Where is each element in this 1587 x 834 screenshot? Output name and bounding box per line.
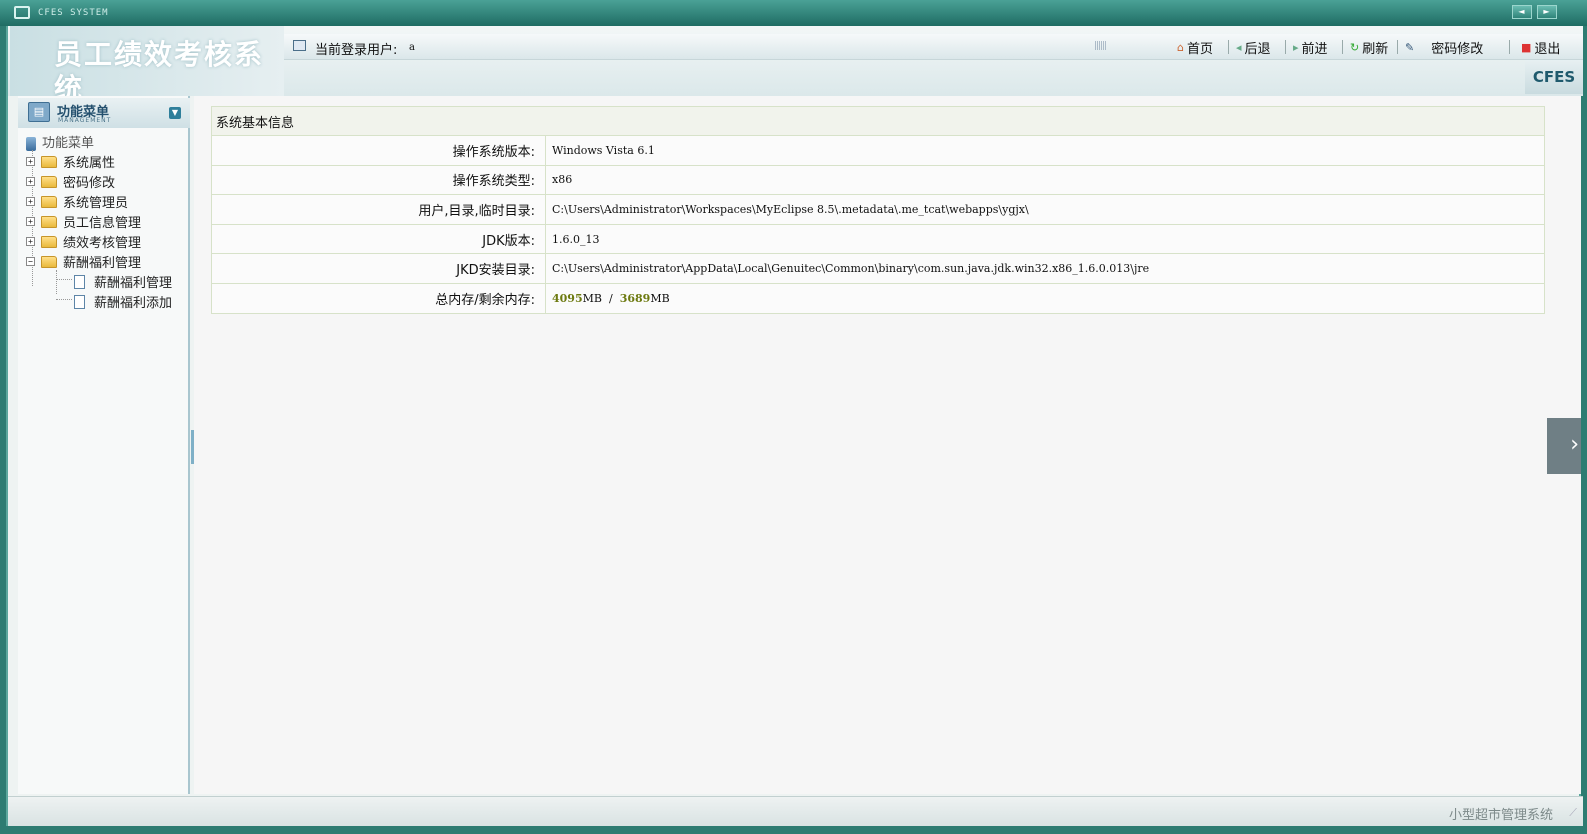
- toolbar-divider: [1228, 40, 1229, 54]
- toolbar-divider: [1285, 40, 1286, 54]
- window-next-button[interactable]: ►: [1537, 5, 1557, 19]
- tree-item-performance[interactable]: + 绩效考核管理: [26, 232, 141, 251]
- document-icon: [74, 294, 85, 309]
- back-icon: ◂: [1236, 41, 1242, 54]
- table-header-row: 系统基本信息: [211, 106, 1545, 136]
- tree-guide: [56, 270, 57, 294]
- tree-item-salary-manage[interactable]: 薪酬福利管理: [74, 272, 172, 291]
- tree-guide: [56, 279, 72, 280]
- memory-value: 4095MB / 3689MB: [545, 282, 1545, 314]
- sidebar-header: ▤ 功能菜单 MANAGEMENT ▼: [18, 98, 190, 128]
- toolbar-divider: [1342, 40, 1343, 54]
- user-dir-value: C:\Users\Administrator\Workspaces\MyEcli…: [545, 194, 1545, 225]
- folder-open-icon: [41, 255, 57, 268]
- sidebar: ▤ 功能菜单 MANAGEMENT ▼ 功能菜单 + 系统属性 + 密码修改 + 系统…: [18, 96, 190, 794]
- folder-icon: [41, 215, 57, 228]
- forward-button[interactable]: ▸ 前进: [1293, 38, 1328, 57]
- tree-item-system-properties[interactable]: + 系统属性: [26, 152, 115, 171]
- table-title: 系统基本信息: [211, 106, 1545, 136]
- memory-unit: MB: [650, 291, 670, 305]
- tree-root[interactable]: 功能菜单: [26, 132, 94, 151]
- toolbar-grip-icon: ||||||: [1094, 41, 1107, 51]
- resize-grip-icon[interactable]: ⟋: [1569, 806, 1577, 820]
- window-title: CFES SYSTEM: [38, 8, 109, 18]
- user-toolbar: 当前登录用户: a |||||| ⌂ 首页 ◂ 后退 ▸ 前进 ↻ 刷新 ✎ 密…: [284, 34, 1583, 60]
- footer-text: 小型超市管理系统: [1448, 808, 1553, 823]
- window-titlebar: CFES SYSTEM ◄ ►: [0, 0, 1587, 26]
- os-type-value: x86: [545, 164, 1545, 196]
- jdk-version-label: JDK版本:: [211, 223, 546, 255]
- table-row: 操作系统类型: x86: [211, 164, 1545, 196]
- menu-icon: ▤: [28, 102, 50, 122]
- jdk-version-value: 1.6.0_13: [545, 223, 1545, 255]
- folder-icon: [41, 175, 57, 188]
- user-window-icon: [293, 40, 306, 51]
- window-app-icon: [14, 6, 30, 19]
- tree-item-employees[interactable]: + 员工信息管理: [26, 212, 141, 231]
- table-row: JDK版本: 1.6.0_13: [211, 223, 1545, 255]
- os-type-label: 操作系统类型:: [211, 164, 546, 196]
- memory-total: 4095: [552, 291, 583, 305]
- app-frame: 员工绩效考核系统 当前登录用户: a |||||| ⌂ 首页 ◂ 后退 ▸ 前进: [6, 26, 1583, 826]
- header: 员工绩效考核系统 当前登录用户: a |||||| ⌂ 首页 ◂ 后退 ▸ 前进: [8, 26, 1583, 96]
- table-row: 操作系统版本: Windows Vista 6.1: [211, 135, 1545, 166]
- tree-item-password[interactable]: + 密码修改: [26, 172, 115, 191]
- window-prev-button[interactable]: ◄: [1512, 5, 1532, 19]
- folder-icon: [41, 235, 57, 248]
- expand-icon[interactable]: +: [26, 197, 35, 206]
- memory-free: 3689: [619, 291, 651, 305]
- collapse-icon[interactable]: ▼: [169, 107, 181, 119]
- table-row: 用户,目录,临时目录: C:\Users\Administrator\Works…: [211, 194, 1545, 225]
- back-button[interactable]: ◂ 后退: [1236, 38, 1271, 57]
- tree-item-salary[interactable]: − 薪酬福利管理: [26, 252, 141, 271]
- table-row: JKD安装目录: C:\Users\Administrator\AppData\…: [211, 253, 1545, 284]
- folder-icon: [41, 195, 57, 208]
- logo-text: 员工绩效考核系统: [54, 38, 265, 96]
- jdk-dir-value: C:\Users\Administrator\AppData\Local\Gen…: [545, 253, 1545, 284]
- tree-item-salary-add[interactable]: 薪酬福利添加: [74, 292, 172, 311]
- current-user-name: a: [409, 42, 415, 53]
- exit-icon: ■: [1521, 41, 1532, 54]
- document-icon: [74, 274, 85, 289]
- status-bar: 小型超市管理系统 ⟋: [8, 796, 1583, 826]
- password-change-button[interactable]: ✎ 密码修改: [1405, 38, 1483, 57]
- tree-item-admins[interactable]: + 系统管理员: [26, 192, 128, 211]
- home-button[interactable]: ⌂ 首页: [1177, 38, 1213, 57]
- refresh-button[interactable]: ↻ 刷新: [1350, 38, 1388, 57]
- toolbar-divider: [1509, 40, 1510, 54]
- memory-separator: /: [608, 291, 613, 305]
- computer-icon: [26, 136, 36, 151]
- table-row: 总内存/剩余内存: 4095MB / 3689MB: [211, 282, 1545, 314]
- jdk-dir-label: JKD安装目录:: [211, 253, 546, 284]
- main-content: 系统基本信息 操作系统版本: Windows Vista 6.1 操作系统类型:…: [194, 96, 1581, 794]
- memory-unit: MB: [582, 291, 602, 305]
- folder-icon: [41, 155, 57, 168]
- expand-icon[interactable]: +: [26, 177, 35, 186]
- password-icon: ✎: [1405, 41, 1415, 54]
- os-version-value: Windows Vista 6.1: [545, 135, 1545, 166]
- expand-panel-chevron-icon[interactable]: ›: [1547, 418, 1581, 474]
- refresh-icon: ↻: [1350, 41, 1360, 54]
- tree-guide: [56, 299, 72, 300]
- toolbar-divider: [1397, 40, 1398, 54]
- system-info-table: 系统基本信息 操作系统版本: Windows Vista 6.1 操作系统类型:…: [211, 106, 1545, 314]
- expand-icon[interactable]: +: [26, 157, 35, 166]
- forward-icon: ▸: [1293, 41, 1299, 54]
- current-user-label: 当前登录用户:: [315, 43, 398, 58]
- user-dir-label: 用户,目录,临时目录:: [211, 194, 546, 225]
- expand-icon[interactable]: +: [26, 217, 35, 226]
- sidebar-subtitle: MANAGEMENT: [58, 117, 112, 124]
- window-bottom-border: [0, 826, 1587, 834]
- brand-badge: CFES: [1525, 60, 1583, 94]
- exit-button[interactable]: ■ 退出: [1521, 38, 1560, 57]
- logo: 员工绩效考核系统: [10, 26, 284, 96]
- home-icon: ⌂: [1177, 41, 1184, 54]
- collapse-node-icon[interactable]: −: [26, 257, 35, 266]
- os-version-label: 操作系统版本:: [211, 135, 546, 166]
- expand-icon[interactable]: +: [26, 237, 35, 246]
- memory-label: 总内存/剩余内存:: [211, 282, 546, 314]
